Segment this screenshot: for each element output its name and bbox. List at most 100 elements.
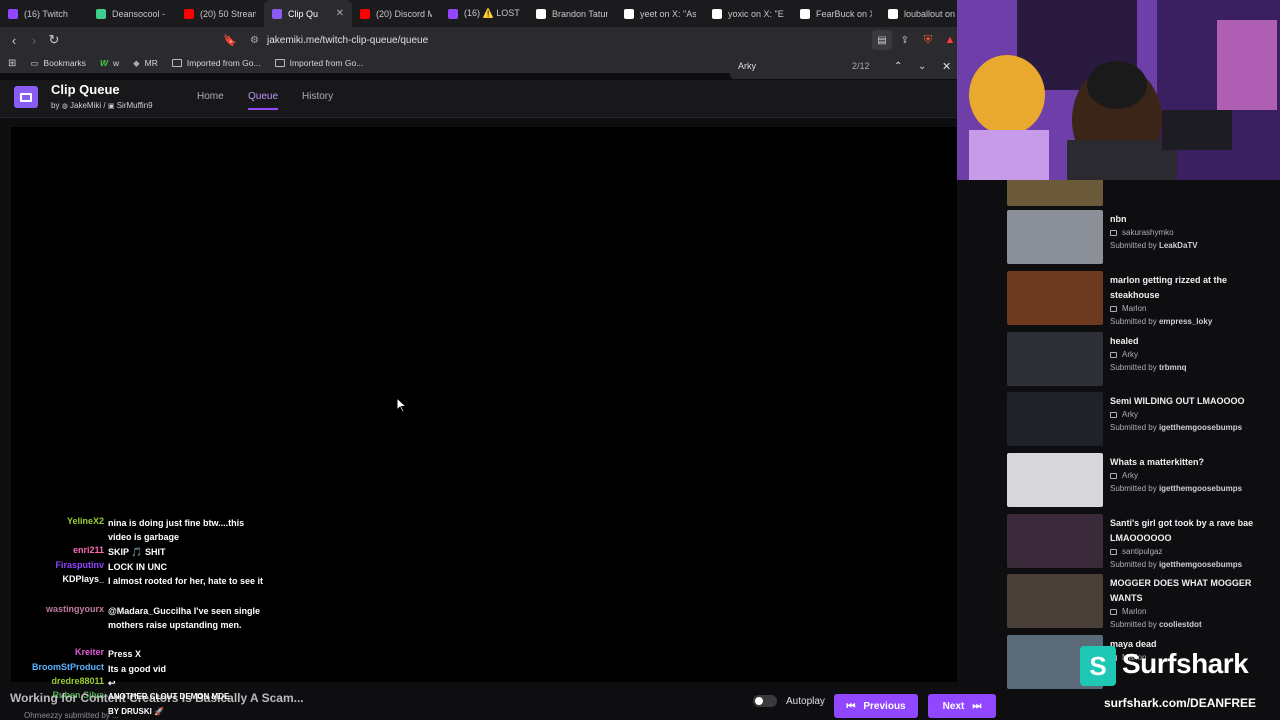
autoplay-label: Autoplay (786, 696, 825, 707)
browser-tab[interactable]: louballout on X (880, 0, 960, 27)
queue-item-submitter: Submitted by cooliestdot (1110, 620, 1202, 629)
chat-username: wastingyourx (45, 604, 104, 614)
author-link-jakemiki[interactable]: JakeMiki (70, 101, 101, 110)
chat-text: video is garbage (108, 532, 180, 542)
clip-queue-logo-icon[interactable] (14, 86, 38, 108)
clip-overlay-title: ANOTHER CLOUT DEMON MDE (108, 692, 230, 701)
url-field[interactable]: ⚙ jakemiki.me/twitch-clip-queue/queue (250, 30, 880, 50)
queue-item-thumbnail[interactable] (1007, 392, 1103, 446)
share-icon[interactable]: ⇪ (895, 30, 915, 50)
queue-item-thumbnail[interactable] (1007, 271, 1103, 325)
nav-home[interactable]: Home (197, 91, 224, 102)
previous-icon: ⏮ (846, 700, 856, 712)
chat-text: Its a good vid (108, 664, 167, 674)
site-info-icon[interactable]: ⚙ (250, 35, 259, 46)
app-header: Clip Queue by ◍ JakeMiki / ▣ SirMuffin9 … (0, 80, 1000, 118)
queue-item-thumbnail[interactable] (1007, 514, 1103, 568)
chat-text: SKIP 🎵 SHIT (108, 547, 166, 557)
find-next-icon[interactable]: ⌄ (918, 61, 926, 72)
tab-bar: (16) Twitch Deansocool - S (20) 50 Stream C… (0, 0, 960, 27)
nav-history[interactable]: History (302, 91, 333, 102)
find-close-icon[interactable]: ✕ (942, 60, 951, 73)
queue-item[interactable]: MOGGER DOES WHAT MOGGER WANTS Marlon Submi… (1007, 574, 1277, 630)
queue-item[interactable]: nbn sakurashymko Submitted by LeakDaTV (1007, 210, 1277, 266)
queue-item-submitter: Submitted by empress_loky (1110, 317, 1213, 326)
browser-tab[interactable]: yeet on X: "Asn (616, 0, 704, 27)
browser-tab[interactable]: yoxic on X: "El (704, 0, 792, 27)
tab-title: louballout on X (904, 8, 960, 19)
reload-icon[interactable]: ↻ (44, 30, 64, 50)
bookmark-imported-2[interactable]: Imported from Go... (274, 58, 363, 68)
queue-item-title: Semi WILDING OUT LMAOOOO (1110, 396, 1245, 406)
bookmark-mr[interactable]: ◆ MR (133, 58, 158, 69)
chat-text: LOCK IN UNC (108, 562, 167, 572)
next-button[interactable]: Next ⏭ (928, 694, 996, 718)
apps-grid-icon[interactable]: ⊞ (8, 58, 16, 69)
back-icon[interactable]: ‹ (4, 30, 24, 50)
previous-button[interactable]: ⏮ Previous (834, 694, 918, 718)
browser-tab[interactable]: (20) Discord M (352, 0, 440, 27)
tab-favicon-icon (800, 8, 810, 19)
sponsor-ad: S Surfshark surfshark.com/DEANFREE (1080, 646, 1270, 716)
queue-item-thumbnail[interactable] (1007, 210, 1103, 264)
queue-item-channel: Marlon (1110, 304, 1146, 313)
chat-overlay: YelineX2 nina is doing just fine btw....t… (0, 516, 290, 706)
queue-item[interactable]: marlon getting rizzed at the steakhouse M… (1007, 271, 1277, 327)
tab-title: (20) Discord M (376, 8, 432, 19)
bookmark-page-icon[interactable]: 🔖 (220, 30, 240, 50)
tab-title: (16) Twitch (24, 8, 68, 19)
browser-tab[interactable]: (16) Twitch (0, 0, 88, 27)
author-link-sirmuffin[interactable]: SirMuffin9 (117, 101, 153, 110)
tab-favicon-icon (712, 8, 722, 19)
find-input[interactable]: Arky (738, 61, 756, 71)
browser-tab[interactable]: Brandon Tatum (528, 0, 616, 27)
folder-icon (171, 59, 182, 67)
tab-title: FearBuck on X: (816, 8, 872, 19)
browser-tab[interactable]: FearBuck on X: (792, 0, 880, 27)
tab-favicon-icon (888, 8, 898, 19)
tab-favicon-icon (96, 8, 106, 19)
chat-username: YelineX2 (66, 516, 104, 526)
queue-item[interactable]: Santi's girl got took by a rave bae LMAO… (1007, 514, 1277, 570)
browser-tab[interactable]: (16) ⚠️ LOST R (440, 0, 528, 27)
queue-item[interactable]: Semi WILDING OUT LMAOOOO Arky Submitted by… (1007, 392, 1277, 448)
queue-item-thumbnail[interactable] (1007, 332, 1103, 386)
tab-favicon-icon (448, 8, 458, 19)
w-icon: W (99, 58, 108, 68)
queue-item-thumbnail[interactable] (1007, 453, 1103, 507)
tab-title: yeet on X: "Asn (640, 8, 696, 19)
reader-mode-icon[interactable]: ▤ (872, 30, 892, 50)
queue-item-title: MOGGER DOES WHAT MOGGER WANTS (1110, 578, 1252, 603)
next-icon: ⏭ (972, 700, 982, 712)
queue-item[interactable]: healed Arky Submitted by trbmnq (1007, 332, 1277, 388)
app-title: Clip Queue (51, 82, 120, 97)
autoplay-toggle[interactable] (753, 695, 777, 707)
browser-tab[interactable]: (20) 50 Stream (176, 0, 264, 27)
chat-bubble-icon (1110, 351, 1117, 358)
bookmark-imported-1[interactable]: Imported from Go... (171, 58, 261, 68)
tab-title: Deansocool - S (112, 8, 168, 19)
queue-item-channel: Arky (1110, 350, 1138, 359)
nav-queue[interactable]: Queue (248, 91, 279, 110)
bookmark-icon: ▭ (30, 57, 39, 68)
tab-favicon-icon (360, 8, 370, 19)
brave-shield-icon[interactable]: ⛨ (918, 30, 938, 50)
ad-brand: Surfshark (1122, 648, 1249, 679)
bookmark-bookmarks[interactable]: ▭ Bookmarks (30, 58, 86, 69)
queue-item-thumbnail[interactable] (1007, 574, 1103, 628)
chat-bubble-icon (1110, 548, 1117, 555)
tab-favicon-icon (8, 8, 18, 19)
chat-bubble-icon (1110, 472, 1117, 479)
queue-item[interactable]: Whats a matterkitten? Arky Submitted by ig… (1007, 453, 1277, 509)
tab-close-icon[interactable]: ✕ (336, 8, 344, 19)
bookmark-w[interactable]: Ww (100, 58, 119, 68)
chat-bubble-icon (1110, 608, 1117, 615)
find-prev-icon[interactable]: ⌃ (894, 61, 902, 72)
browser-tab[interactable]: Deansocool - S (88, 0, 176, 27)
chat-bubble-icon (1110, 411, 1117, 418)
folder-icon (274, 59, 285, 67)
browser-tab[interactable]: Clip Qu ✕ (264, 0, 352, 27)
queue-item-title: healed (1110, 336, 1139, 346)
forward-icon[interactable]: › (24, 30, 44, 50)
chat-bubble-icon (1110, 229, 1117, 236)
